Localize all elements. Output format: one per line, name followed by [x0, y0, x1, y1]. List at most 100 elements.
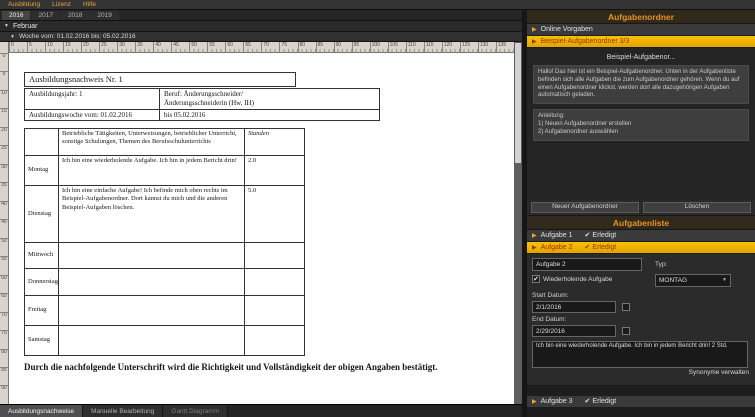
check-icon: ✔	[533, 276, 539, 283]
woche-vom-cell: Ausbildungswoche vom: 01.02.2016	[25, 109, 160, 121]
start-datum-label: Start Datum:	[532, 292, 568, 299]
task-form: Aufgabe 2 Typ: MONTAG ▼ ✔ Wiederholende …	[527, 254, 755, 386]
wiederholende-aufgabe-row[interactable]: ✔ Wiederholende Aufgabe	[532, 275, 612, 283]
corner-cell	[25, 129, 59, 156]
beruf-cell: Beruf: Änderungsschneider/ Änderungsschn…	[160, 89, 380, 110]
chevron-right-icon: ▶	[532, 38, 537, 45]
tab-year-2017[interactable]: 2017	[31, 11, 59, 20]
bis-cell: bis 05.02.2016	[160, 109, 380, 121]
table-header-row: Betriebliche Tätigkeiten, Unterweisungen…	[25, 129, 305, 156]
document-viewport: 0510152025303540455055606570758085909510…	[0, 42, 522, 404]
aufgabe-3-label: Aufgabe 3	[541, 398, 573, 405]
aufgabe-2-status: ✔ Erledigt	[585, 244, 617, 251]
task-name-input[interactable]: Aufgabe 2	[532, 258, 642, 271]
info-title: Beispiel-Aufgabenor...	[533, 54, 749, 61]
start-datum-checkbox[interactable]	[622, 303, 630, 311]
aufgabenordner-info-area: Beispiel-Aufgabenor... Hallo! Das hier i…	[527, 48, 755, 200]
week-section-header[interactable]: ▼ Woche vom: 01.02.2016 bis: 05.02.2016	[0, 32, 522, 42]
status-label: Erledigt	[592, 232, 616, 239]
ruler-horizontal: 0510152025303540455055606570758085909510…	[9, 42, 514, 53]
info-description: Hallo! Das hier ist ein Beispiel-Aufgabe…	[533, 65, 749, 104]
aufgabe-3-status: ✔ Erledigt	[585, 398, 617, 405]
tab-year-2018[interactable]: 2018	[61, 11, 89, 20]
aufgabe-3-header[interactable]: ▶ Aufgabe 3 ✔ Erledigt	[527, 396, 755, 408]
chevron-down-icon: ▼	[4, 23, 9, 29]
chevron-down-icon: ▼	[722, 276, 727, 285]
end-datum-checkbox[interactable]	[622, 327, 630, 335]
scrollbar-thumb[interactable]	[515, 43, 521, 163]
task-description-textarea[interactable]: Ich bin eine wiederholende Aufgabe. Ich …	[532, 341, 748, 368]
hours-header-cell: Stunden	[245, 129, 305, 156]
day-label: Donnerstag	[25, 269, 59, 296]
typ-label: Typ:	[655, 261, 667, 268]
online-vorgaben-header[interactable]: ▶ Online Vorgaben	[527, 24, 755, 36]
aufgabenordner-title: Aufgabenordner	[527, 10, 755, 24]
table-row: Dienstag Ich bin eine einfache Aufgabe! …	[25, 186, 305, 243]
menu-hilfe[interactable]: Hilfe	[78, 0, 101, 9]
beispiel-aufgabenordner-header[interactable]: ▶ Beispiel-Aufgabenordner 3/3	[527, 36, 755, 48]
wiederholende-checkbox[interactable]: ✔	[532, 275, 540, 283]
hours-cell	[245, 243, 305, 269]
ruler-vertical: 051015202530354045505560657075808590	[0, 42, 9, 404]
year-tabs: 2016 2017 2018 2019	[0, 10, 522, 21]
week-label: Woche vom: 01.02.2016 bis: 05.02.2016	[19, 33, 136, 40]
typ-select[interactable]: MONTAG ▼	[655, 274, 731, 287]
beispiel-aufgabenordner-label: Beispiel-Aufgabenordner 3/3	[541, 38, 630, 45]
month-label: Februar	[13, 23, 38, 30]
activities-header-cell: Betriebliche Tätigkeiten, Unterweisungen…	[59, 129, 245, 156]
activity-cell: Ich bin eine wiederholende Aufgabe. Ich …	[59, 156, 245, 186]
chevron-right-icon: ▶	[532, 398, 537, 405]
ausbildungsjahr-cell: Ausbildungsjahr: 1	[25, 89, 160, 110]
app-window: Ausbildung Lizenz Hilfe 2016 2017 2018 2…	[0, 0, 755, 417]
panel-filler	[527, 408, 755, 417]
bottom-tab-bar: Ausbildungsnachweise Manuelle Bearbeitun…	[0, 404, 522, 417]
hours-cell: 5.0	[245, 186, 305, 243]
loeschen-button[interactable]: Löschen	[643, 202, 751, 213]
right-panel: Aufgabenordner ▶ Online Vorgaben ▶ Beisp…	[527, 10, 755, 417]
day-label: Dienstag	[25, 186, 59, 243]
menu-ausbildung[interactable]: Ausbildung	[3, 0, 45, 9]
tab-manuelle-bearbeitung[interactable]: Manuelle Bearbeitung	[83, 405, 163, 417]
aufgabenordner-buttons: Neuer Aufgabenordner Löschen	[527, 200, 755, 216]
aufgabe-2-label: Aufgabe 2	[541, 244, 573, 251]
table-row: Samstag	[25, 326, 305, 356]
chevron-right-icon: ▶	[532, 232, 537, 239]
tab-ausbildungsnachweise[interactable]: Ausbildungsnachweise	[0, 405, 83, 417]
aufgabe-2-header[interactable]: ▶ Aufgabe 2 ✔ Erledigt	[527, 242, 755, 254]
aufgabe-1-status: ✔ Erledigt	[585, 232, 617, 239]
activity-cell	[59, 326, 245, 356]
start-datum-input[interactable]: 2/1/2016	[532, 301, 616, 313]
left-pane: 2016 2017 2018 2019 ▼ Februar ▼ Woche vo…	[0, 10, 522, 417]
report-page: Ausbildungsnachweis Nr. 1 Ausbildungsjah…	[9, 53, 514, 404]
panel-gap	[527, 386, 755, 396]
activity-cell	[59, 269, 245, 296]
chevron-right-icon: ▶	[532, 26, 537, 33]
chevron-right-icon: ▶	[532, 244, 537, 251]
table-row: Donnerstag	[25, 269, 305, 296]
hours-cell: 2.0	[245, 156, 305, 186]
tab-gantt-diagramm[interactable]: Gantt Diagramm	[163, 405, 228, 417]
month-section-header[interactable]: ▼ Februar	[0, 21, 522, 32]
activity-cell	[59, 243, 245, 269]
hours-cell	[245, 326, 305, 356]
wiederholende-label: Wiederholende Aufgabe	[543, 276, 612, 283]
menu-lizenz[interactable]: Lizenz	[47, 0, 76, 9]
synonyme-verwalten-button[interactable]: Synonyme verwalten	[689, 369, 749, 376]
tab-year-2019[interactable]: 2019	[90, 11, 118, 20]
table-row: Freitag	[25, 296, 305, 326]
menubar: Ausbildung Lizenz Hilfe	[0, 0, 755, 10]
info-anleitung: Anleitung: 1) Neuen Aufgabenordner erste…	[533, 109, 749, 140]
day-label: Mittwoch	[25, 243, 59, 269]
report-title: Ausbildungsnachweis Nr. 1	[24, 72, 296, 87]
aufgabenliste-title: Aufgabenliste	[527, 216, 755, 230]
confirmation-text: Durch die nachfolgende Unterschrift wird…	[24, 362, 486, 374]
day-label: Montag	[25, 156, 59, 186]
end-datum-input[interactable]: 2/29/2016	[532, 325, 616, 337]
table-row: Mittwoch	[25, 243, 305, 269]
neuer-aufgabenordner-button[interactable]: Neuer Aufgabenordner	[531, 202, 639, 213]
document-scrollbar[interactable]	[514, 42, 522, 404]
tab-year-2016[interactable]: 2016	[2, 11, 30, 20]
aufgabe-1-header[interactable]: ▶ Aufgabe 1 ✔ Erledigt	[527, 230, 755, 242]
hours-cell	[245, 269, 305, 296]
end-datum-label: End Datum:	[532, 316, 566, 323]
